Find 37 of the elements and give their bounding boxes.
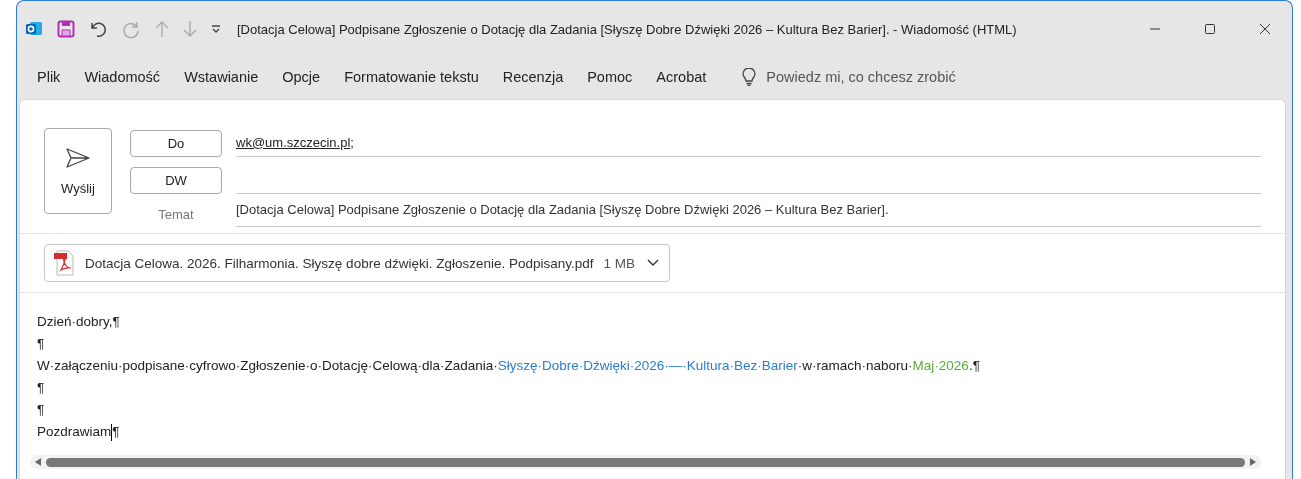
- body-paragraph: Pozdrawiam¶: [37, 422, 121, 443]
- horizontal-scrollbar[interactable]: [30, 455, 1261, 469]
- menu-tab[interactable]: Plik: [25, 69, 73, 85]
- customize-icon[interactable]: [211, 24, 221, 34]
- menu-tab[interactable]: Pomoc: [575, 69, 645, 85]
- app-icon: [25, 20, 43, 38]
- to-field[interactable]: wk@um.szczecin.pl;: [236, 128, 1261, 157]
- attachment-name: Dotacja Celowa. 2026. Filharmonia. Słyszę dobre dźwięki. Zgłoszenie. Podpisany.pdf: [85, 255, 594, 271]
- window-title: [Dotacja Celowa] Podpisane Zgłoszenie o Dotację dla Zadania [Słyszę Dobre Dźwięki 2026 – Kultura Bez Barier]. - Wiadomość (HTML): [237, 21, 1018, 37]
- menu-tab[interactable]: Opcje: [270, 69, 333, 85]
- send-icon: [65, 146, 91, 169]
- cc-button[interactable]: DW: [130, 167, 222, 194]
- body-paragraph: ¶: [37, 379, 46, 397]
- save-icon[interactable]: [57, 20, 75, 38]
- menu-tab[interactable]: Formatowanie tekstu: [332, 69, 491, 85]
- menu-tab[interactable]: Recenzja: [490, 69, 576, 85]
- maximize-icon: [1203, 23, 1216, 35]
- scroll-left-icon[interactable]: [34, 457, 42, 467]
- body-paragraph: ¶: [37, 401, 46, 419]
- send-button[interactable]: Wyślij: [44, 128, 112, 214]
- body-paragraph: W·załączeniu·podpisane·cyfrowo·Zgłoszenie·o·Dotację·Celową·dla·Zadania·Słyszę·Dobre·Dźwięki·2026·—·Kultura·Bez·Barier·w·ramach·naboru·Maj·2026.¶: [37, 357, 981, 375]
- close-icon: [1258, 23, 1271, 35]
- menu-tab[interactable]: Wstawianie: [172, 69, 271, 85]
- subject-label: Temat: [157, 207, 195, 224]
- body-paragraph: Dzień·dobry,¶: [37, 313, 121, 331]
- pdf-icon: [53, 250, 75, 276]
- subject-field[interactable]: [Dotacja Celowa] Podpisane Zgłoszenie o Dotację dla Zadania [Słyszę Dobre Dźwięki 2026 – Kultura Bez Barier].: [236, 202, 1261, 227]
- tell-me-field[interactable]: Powiedz mi, co chcesz zrobić: [766, 69, 1027, 85]
- body-paragraph: ¶: [37, 335, 46, 353]
- attachment-size: 1 MB: [603, 255, 636, 271]
- undo-icon[interactable]: [89, 20, 107, 38]
- attachment[interactable]: Dotacja Celowa. 2026. Filharmonia. Słyszę dobre dźwięki. Zgłoszenie. Podpisany.pdf 1 MB: [44, 244, 671, 282]
- menu-tab[interactable]: Acrobat: [644, 69, 719, 85]
- scroll-right-icon[interactable]: [1249, 457, 1257, 467]
- menu-tab[interactable]: Wiadomość: [72, 69, 173, 85]
- lightbulb-icon: [742, 68, 757, 86]
- to-button[interactable]: Do: [130, 130, 222, 157]
